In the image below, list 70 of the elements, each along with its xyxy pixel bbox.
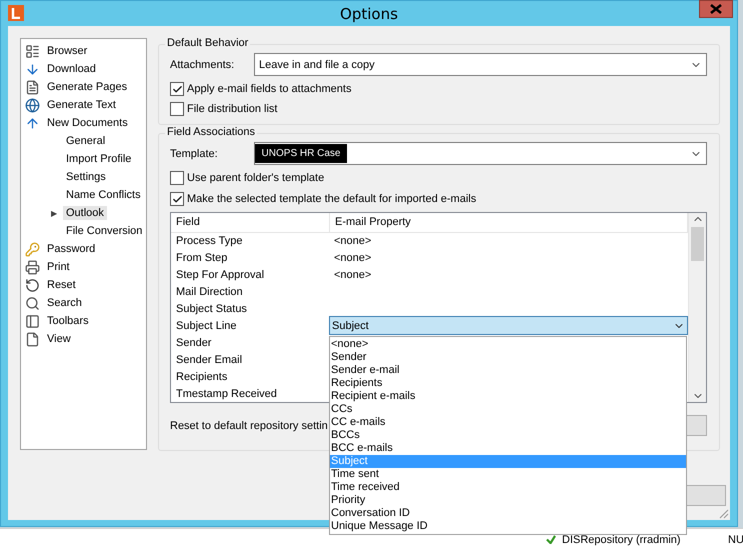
- checkbox-label: Use parent folder's template: [187, 172, 324, 184]
- scroll-thumb[interactable]: [691, 227, 704, 261]
- column-header[interactable]: Field: [171, 213, 330, 232]
- key-icon: [25, 242, 40, 256]
- document-icon: [25, 80, 40, 94]
- app-logo: [8, 5, 24, 21]
- globe-icon: [25, 98, 40, 112]
- table-cell-text: Step For Approval: [175, 269, 266, 282]
- sidebar-item[interactable]: Print: [44, 260, 73, 274]
- sidebar-item[interactable]: General: [63, 134, 108, 148]
- printer-icon: [25, 260, 40, 274]
- down-arrow-icon: [25, 62, 40, 76]
- sidebar-item[interactable]: Toolbars: [44, 314, 92, 328]
- reset-label: Reset to default repository settin: [170, 420, 328, 432]
- table-cell-text: Process Type: [175, 235, 244, 248]
- table-cell-text: <none>: [333, 235, 372, 248]
- checkbox[interactable]: [170, 171, 184, 185]
- group-title: Default Behavior: [165, 37, 250, 49]
- field-label: Attachments:: [170, 58, 236, 70]
- checkbox-label: Apply e-mail fields to attachments: [187, 83, 352, 95]
- list-icon: [25, 44, 40, 58]
- sidebar-item[interactable]: Import Profile: [63, 152, 134, 166]
- checkbox[interactable]: [170, 192, 184, 206]
- checkmark-icon: [172, 194, 182, 204]
- attachments-dropdown[interactable]: Leave in and file a copy: [254, 53, 707, 76]
- status-indicator: NU: [728, 534, 743, 546]
- table-cell-text: Mail Direction: [175, 286, 244, 298]
- checkbox-label: File distribution list: [187, 103, 278, 115]
- table-cell-text: Subject Line: [175, 320, 238, 332]
- group-title: Field Associations: [165, 126, 258, 138]
- check-icon: [546, 535, 556, 544]
- sidebar-item[interactable]: Generate Text: [44, 98, 119, 112]
- checkbox[interactable]: [170, 82, 184, 96]
- sidebar-item[interactable]: Name Conflicts: [63, 188, 144, 202]
- sidebar-item[interactable]: Settings: [63, 170, 109, 184]
- table-cell-text: Sender Email: [175, 354, 244, 366]
- table-cell-text: <none>: [333, 269, 372, 282]
- toolbar-icon: [25, 314, 40, 328]
- resize-grip-icon[interactable]: [719, 509, 729, 519]
- sidebar-item[interactable]: Browser: [44, 44, 90, 58]
- field-label: Template:: [170, 148, 219, 160]
- sidebar-item[interactable]: New Documents: [44, 116, 131, 130]
- table-cell-text: Subject Status: [175, 302, 248, 315]
- undo-icon: [25, 278, 40, 292]
- page-icon: [25, 332, 40, 346]
- sidebar-item[interactable]: Reset: [44, 278, 79, 292]
- close-icon[interactable]: [710, 4, 722, 14]
- table-cell-text: From Step: [175, 252, 228, 264]
- sidebar-item[interactable]: Outlook: [63, 206, 107, 220]
- sidebar-item[interactable]: View: [44, 332, 74, 346]
- search-icon: [25, 296, 40, 310]
- window-title: Options: [340, 4, 398, 22]
- template-value: UNOPS HR Case: [255, 144, 347, 163]
- checkmark-icon: [172, 84, 182, 94]
- sidebar-item[interactable]: Password: [44, 242, 98, 256]
- scrollbar[interactable]: [688, 213, 706, 402]
- table-cell-text: Sender: [175, 336, 212, 349]
- sidebar-item[interactable]: Download: [44, 62, 99, 76]
- template-dropdown[interactable]: UNOPS HR Case: [254, 142, 707, 165]
- checkbox-label: Make the selected template the default for imported e-mails: [187, 193, 476, 205]
- close-button[interactable]: [699, 0, 733, 18]
- status-text: DISRepository (rradmin): [562, 534, 681, 546]
- table-cell-text: <none>: [333, 252, 372, 264]
- expand-arrow[interactable]: ▶: [51, 208, 59, 218]
- table-cell-text: Recipients: [175, 370, 228, 383]
- sidebar-item[interactable]: Generate Pages: [44, 80, 130, 94]
- table-cell-text: Tmestamp Received: [175, 388, 278, 400]
- sidebar-item[interactable]: File Conversion: [63, 224, 146, 238]
- checkbox[interactable]: [170, 102, 184, 116]
- sidebar-item[interactable]: Search: [44, 296, 85, 310]
